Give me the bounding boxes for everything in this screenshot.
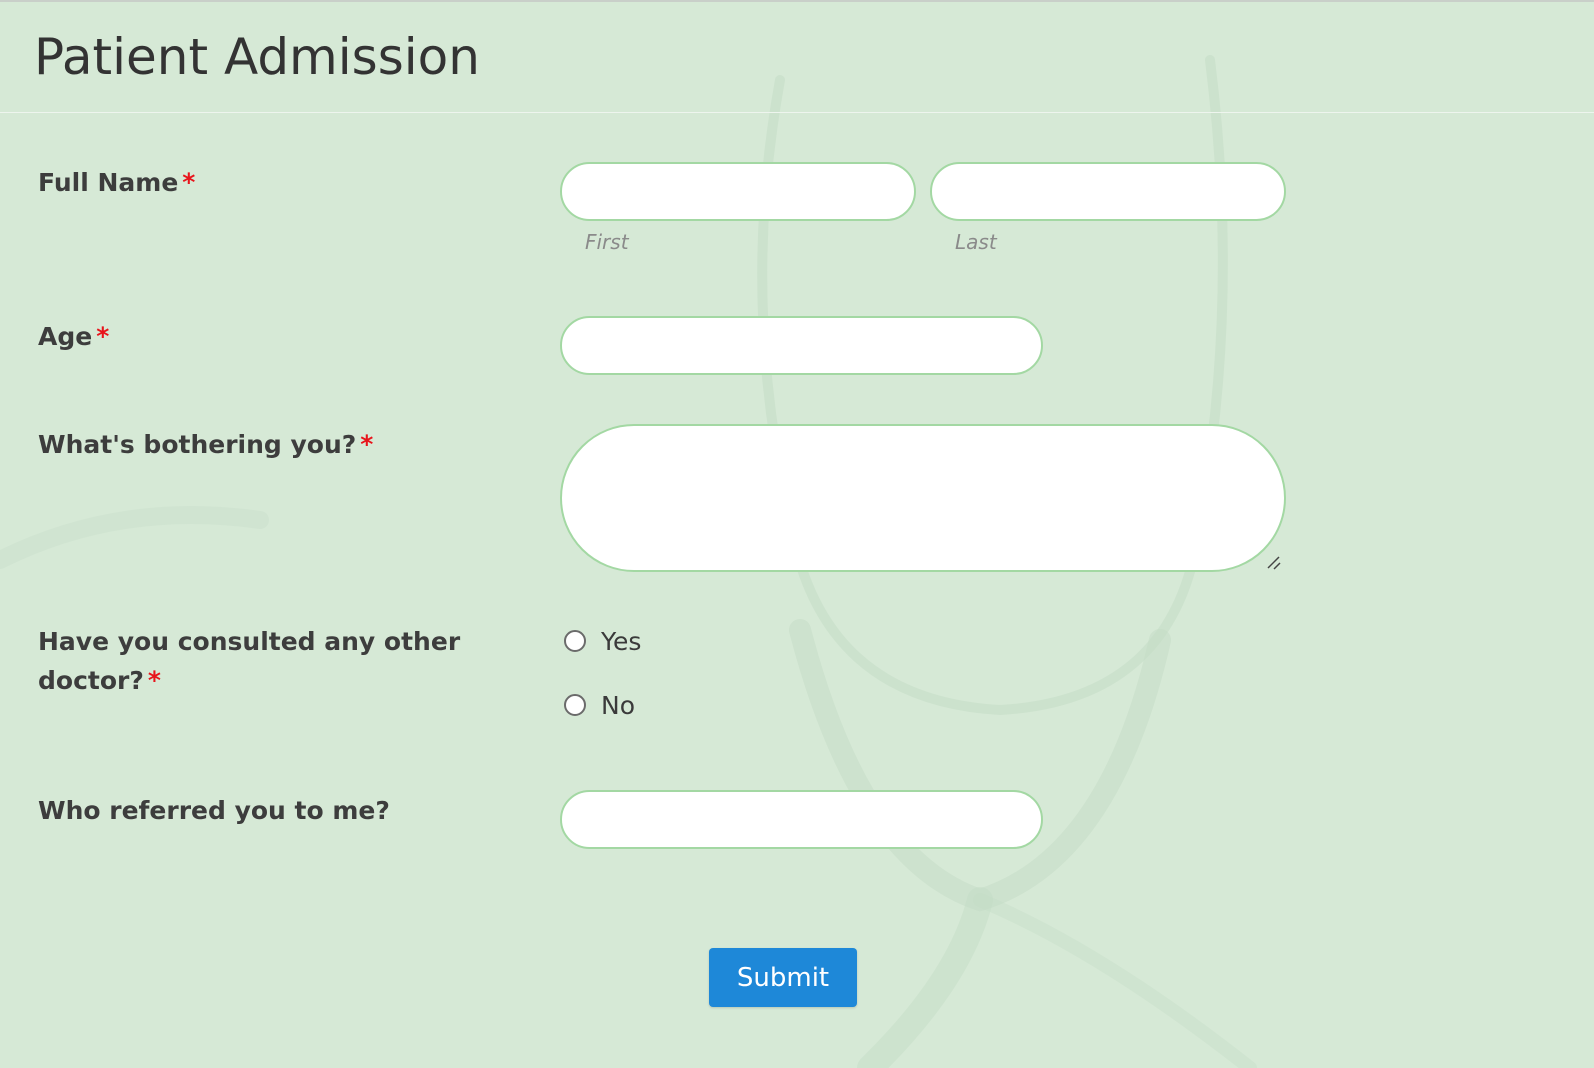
bothering-label: What's bothering you? *	[38, 425, 373, 464]
first-name-input[interactable]	[560, 162, 916, 221]
form-header: Patient Admission	[0, 2, 1594, 113]
radio-yes-label[interactable]: Yes	[601, 627, 641, 656]
resize-grip-icon[interactable]	[1266, 555, 1282, 571]
radio-yes[interactable]	[564, 630, 586, 652]
first-name-sublabel: First	[585, 230, 629, 254]
required-asterisk: *	[182, 168, 196, 197]
required-asterisk: *	[96, 322, 110, 351]
form-title: Patient Admission	[34, 28, 480, 86]
full-name-label-text: Full Name	[38, 168, 179, 197]
referred-label-text: Who referred you to me?	[38, 796, 390, 825]
consulted-label-text: Have you consulted any other doctor?	[38, 627, 461, 695]
submit-button[interactable]: Submit	[709, 948, 857, 1007]
age-input[interactable]	[560, 316, 1043, 375]
full-name-label: Full Name *	[38, 163, 195, 202]
last-name-input[interactable]	[930, 162, 1286, 221]
age-label-text: Age	[38, 322, 93, 351]
referred-label: Who referred you to me?	[38, 791, 390, 830]
radio-option-no[interactable]: No	[564, 690, 635, 720]
patient-admission-form: Patient Admission Full Name * First Last …	[0, 0, 1594, 1068]
bothering-label-text: What's bothering you?	[38, 430, 357, 459]
bothering-textarea[interactable]	[560, 424, 1286, 572]
required-asterisk: *	[147, 666, 161, 695]
age-label: Age *	[38, 317, 109, 356]
radio-no[interactable]	[564, 694, 586, 716]
radio-option-yes[interactable]: Yes	[564, 626, 641, 656]
required-asterisk: *	[360, 430, 374, 459]
referred-input[interactable]	[560, 790, 1043, 849]
last-name-sublabel: Last	[955, 230, 997, 254]
consulted-label: Have you consulted any other doctor? *	[38, 622, 478, 700]
radio-no-label[interactable]: No	[601, 691, 635, 720]
